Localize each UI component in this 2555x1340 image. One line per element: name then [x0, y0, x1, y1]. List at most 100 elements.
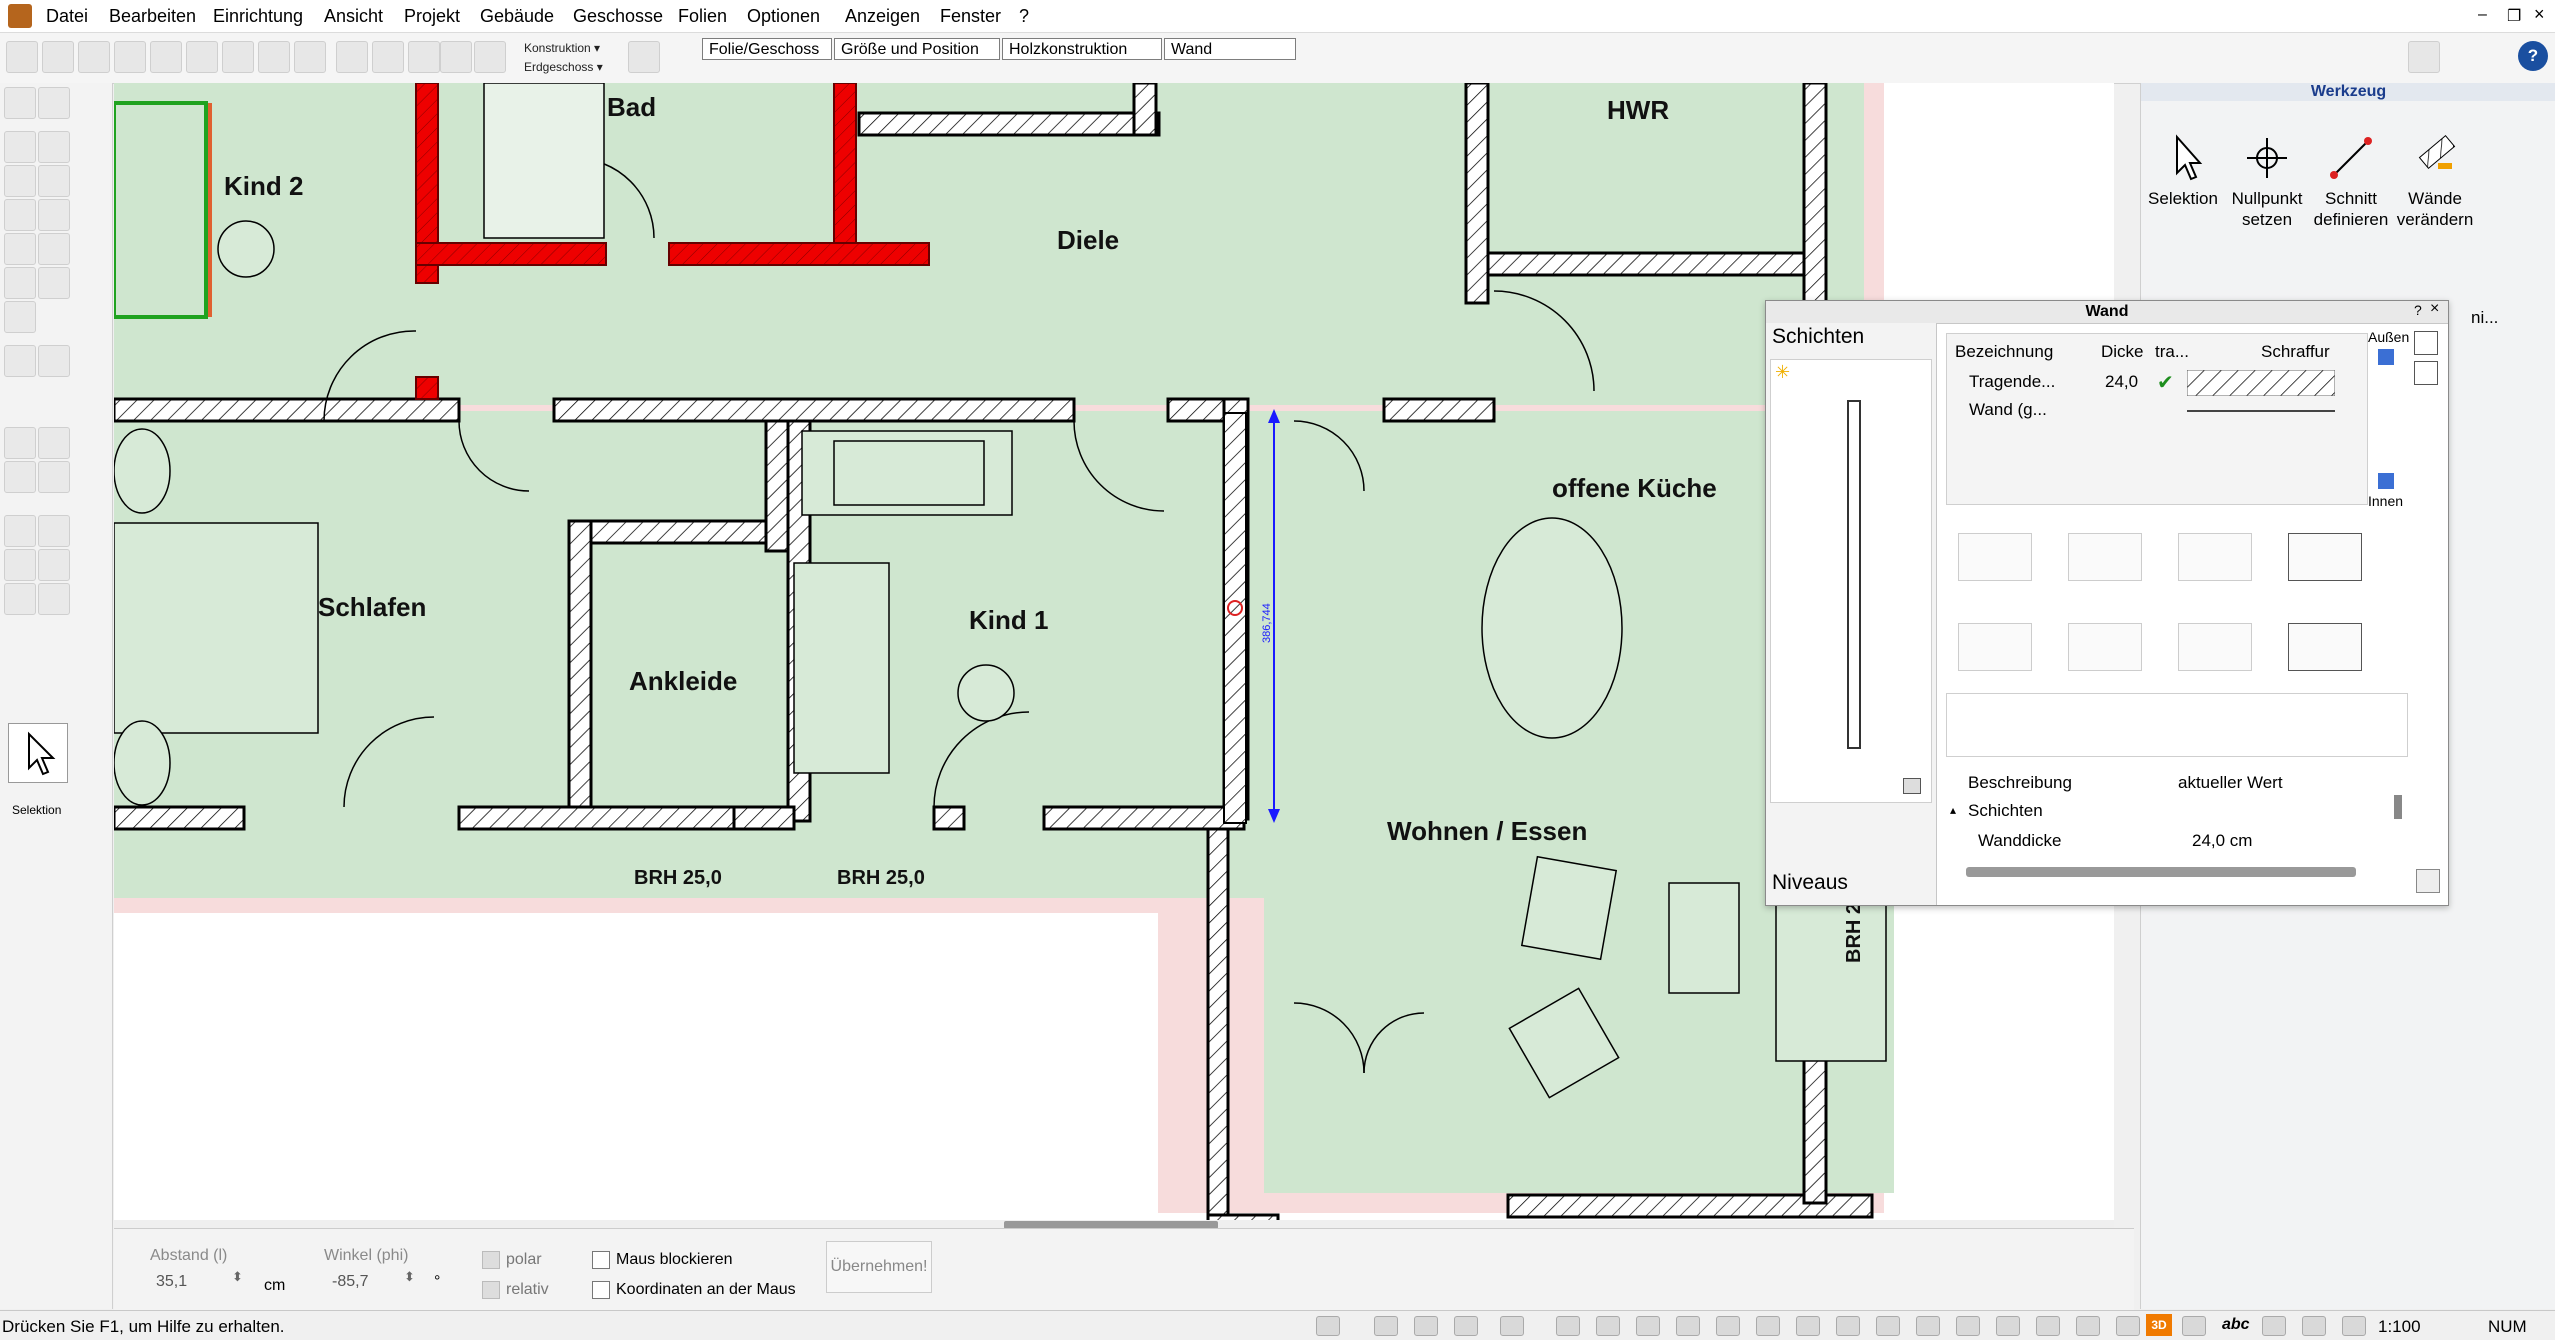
wand-dialog[interactable]: Wand ? × Schichten ✳ Niveaus Bezeichnung…	[1765, 300, 2449, 906]
terrain-icon[interactable]	[4, 427, 36, 459]
layers-icon[interactable]	[408, 41, 440, 73]
menu-anzeigen[interactable]: Anzeigen	[845, 6, 920, 27]
roof-icon[interactable]	[4, 267, 36, 299]
roof-toggle-icon[interactable]	[1916, 1316, 1940, 1336]
dialog-resize-icon[interactable]	[2416, 869, 2440, 893]
menu-folien[interactable]: Folien	[678, 6, 727, 27]
furniture-icon[interactable]	[4, 345, 36, 377]
hatch-icon[interactable]	[1596, 1316, 1620, 1336]
save-icon[interactable]	[42, 41, 74, 73]
tool-nullpunkt[interactable]: Nullpunkt setzen	[2225, 133, 2309, 230]
layer-toggle-icon[interactable]	[1316, 1316, 1340, 1336]
zoom-window-icon[interactable]	[258, 41, 290, 73]
door-icon[interactable]	[4, 165, 36, 197]
field-wand[interactable]: Wand	[1164, 38, 1296, 60]
layer-preset-6[interactable]	[2068, 623, 2142, 671]
dimension-icon[interactable]	[4, 515, 36, 547]
layer-preset-7[interactable]	[2178, 623, 2252, 671]
path-icon[interactable]	[38, 461, 70, 493]
menu-datei[interactable]: Datei	[46, 6, 88, 27]
property-hscroll[interactable]	[1966, 867, 2356, 877]
field-groesse-position[interactable]: Größe und Position	[834, 38, 1000, 60]
layer-preset-4[interactable]	[2288, 533, 2362, 581]
koordinaten-checkbox[interactable]	[592, 1281, 610, 1299]
view-3d-toggle[interactable]: 3D	[2146, 1314, 2172, 1336]
tab-niveaus[interactable]: Niveaus	[1772, 871, 1848, 895]
menu-optionen[interactable]: Optionen	[747, 6, 820, 27]
print-icon[interactable]	[1903, 778, 1921, 794]
layer-preset-2[interactable]	[2068, 533, 2142, 581]
undo-icon[interactable]	[78, 41, 110, 73]
window-toggle-icon[interactable]	[2036, 1316, 2060, 1336]
print-preview-icon[interactable]	[222, 41, 254, 73]
points-icon[interactable]	[1756, 1316, 1780, 1336]
install-icon[interactable]	[2116, 1316, 2140, 1336]
layer-preset-5[interactable]	[1958, 623, 2032, 671]
furniture-toggle-icon[interactable]	[1796, 1316, 1820, 1336]
plant-toggle-icon[interactable]	[1836, 1316, 1860, 1336]
person-icon[interactable]	[1716, 1316, 1740, 1336]
catalog-icon[interactable]	[2408, 41, 2440, 73]
grid-icon[interactable]	[1414, 1316, 1438, 1336]
layer-table[interactable]: Bezeichnung Dicke tra... Schraffur Trage…	[1946, 333, 2368, 505]
open-file-icon[interactable]	[6, 41, 38, 73]
beam-icon[interactable]	[4, 233, 36, 265]
wall-special-icon[interactable]	[38, 131, 70, 163]
select-arrow-icon[interactable]	[4, 87, 36, 119]
symbol-icon[interactable]	[4, 583, 36, 615]
layer-preset-1[interactable]	[1958, 533, 2032, 581]
folder-open-icon[interactable]	[2414, 331, 2438, 355]
snap-icon[interactable]	[1500, 1316, 1524, 1336]
restore-button[interactable]: ❐	[2507, 6, 2521, 26]
move-layer-in-icon[interactable]	[2378, 473, 2394, 489]
scale-display[interactable]: 1:100	[2378, 1317, 2421, 1337]
refresh-icon[interactable]	[150, 41, 182, 73]
window-icon[interactable]	[38, 165, 70, 197]
abstand-input[interactable]: 35,1	[156, 1273, 187, 1291]
door-toggle-icon[interactable]	[2076, 1316, 2100, 1336]
uebernehmen-button[interactable]: Übernehmen!	[826, 1241, 932, 1293]
redo-icon[interactable]	[114, 41, 146, 73]
table-row[interactable]: Tragende... 24,0 ✔	[1947, 368, 2367, 396]
prop-wanddicke-value[interactable]: 24,0 cm	[2192, 831, 2252, 851]
stairs-toggle-icon[interactable]	[2182, 1316, 2206, 1336]
zoom-fit-icon[interactable]	[294, 41, 326, 73]
tool-selektion[interactable]: Selektion	[2141, 133, 2225, 209]
text-icon[interactable]	[38, 515, 70, 547]
line-icon[interactable]	[38, 549, 70, 581]
surface-icon[interactable]	[1556, 1316, 1580, 1336]
field-holzkonstruktion[interactable]: Holzkonstruktion	[1002, 38, 1162, 60]
tab-schichten[interactable]: Schichten	[1772, 325, 1864, 349]
measure-toggle-icon[interactable]	[2262, 1316, 2286, 1336]
move-layer-out-icon[interactable]	[2378, 349, 2394, 365]
relativ-checkbox[interactable]	[482, 1281, 500, 1299]
sofa-icon[interactable]	[1996, 1316, 2020, 1336]
field-folie-geschoss[interactable]: Folie/Geschoss	[702, 38, 832, 60]
view-3d-icon[interactable]	[372, 41, 404, 73]
close-button[interactable]: ×	[2534, 4, 2545, 25]
menu-fenster[interactable]: Fenster	[940, 6, 1001, 27]
wall-join-icon[interactable]	[2317, 243, 2377, 303]
text-toggle[interactable]: abc	[2222, 1316, 2250, 1334]
winkel-stepper[interactable]: ⬍	[404, 1269, 415, 1285]
tool-waende-veraendern[interactable]: Wände verändern	[2393, 133, 2477, 230]
column-icon[interactable]	[38, 233, 70, 265]
abstand-stepper[interactable]: ⬍	[232, 1269, 243, 1285]
help-icon[interactable]: ?	[2518, 41, 2548, 71]
menu-einrichtung[interactable]: Einrichtung	[213, 6, 303, 27]
menu-ansicht[interactable]: Ansicht	[324, 6, 383, 27]
north-arrow-icon[interactable]	[2302, 1316, 2326, 1336]
print-icon[interactable]	[186, 41, 218, 73]
layer-preset-8[interactable]	[2288, 623, 2362, 671]
select-multi-icon[interactable]	[38, 87, 70, 119]
pencil-icon[interactable]	[4, 549, 36, 581]
move-icon[interactable]	[440, 41, 472, 73]
property-grid[interactable]: Beschreibung aktueller Wert ▴ Schichten …	[1946, 769, 2386, 859]
object-icon[interactable]	[38, 345, 70, 377]
tool-schnitt[interactable]: Schnitt definieren	[2309, 133, 2393, 230]
menu-help[interactable]: ?	[1019, 6, 1029, 27]
maus-blockieren-checkbox[interactable]	[592, 1251, 610, 1269]
layer-preset-3[interactable]	[2178, 533, 2252, 581]
plant-icon[interactable]	[4, 461, 36, 493]
lamp-icon[interactable]	[1956, 1316, 1980, 1336]
